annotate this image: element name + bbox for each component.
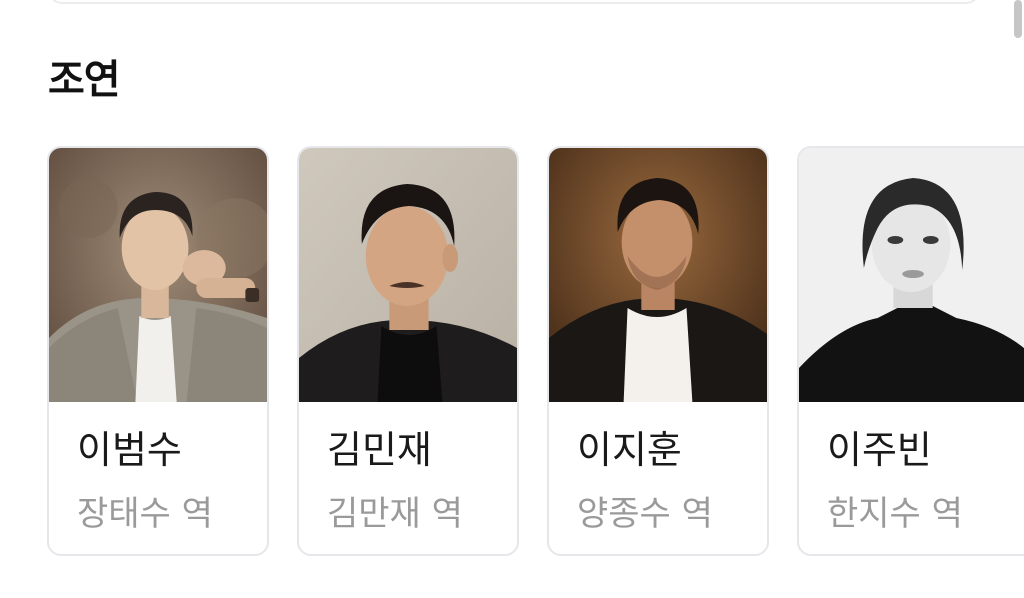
- cast-card[interactable]: 이지훈 양종수 역: [547, 146, 769, 556]
- role-name: 김만재 역: [327, 494, 463, 534]
- actor-name: 이범수: [77, 428, 182, 472]
- role-name: 장태수 역: [77, 494, 213, 534]
- role-name: 양종수 역: [577, 494, 713, 534]
- cast-card[interactable]: 이주빈 한지수 역: [797, 146, 1024, 556]
- actor-photo: [549, 148, 767, 402]
- cast-list: 이범수 장태수 역 김민재 김만재 역 이지훈 양종수 역 이주빈 한지수 역: [0, 0, 1024, 598]
- actor-name: 이주빈: [827, 428, 932, 472]
- actor-name: 김민재: [327, 428, 432, 472]
- cast-card[interactable]: 이범수 장태수 역: [47, 146, 269, 556]
- cast-card[interactable]: 김민재 김만재 역: [297, 146, 519, 556]
- actor-name: 이지훈: [577, 428, 682, 472]
- actor-photo: [49, 148, 267, 402]
- actor-photo: [799, 148, 1024, 402]
- role-name: 한지수 역: [827, 494, 963, 534]
- actor-photo: [299, 148, 517, 402]
